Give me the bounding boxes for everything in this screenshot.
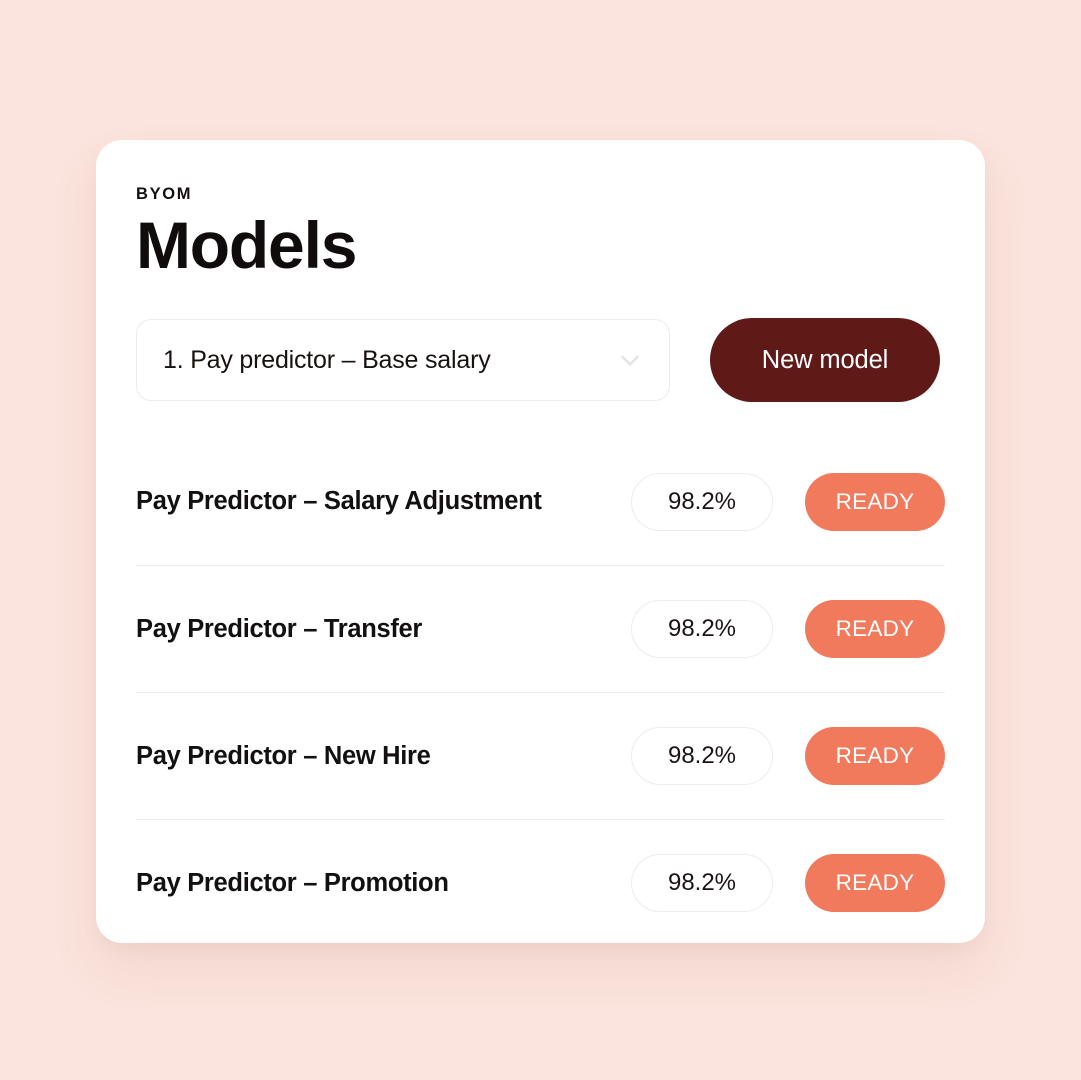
model-name: Pay Predictor – Salary Adjustment	[136, 487, 542, 516]
new-model-button[interactable]: New model	[710, 318, 940, 403]
status-badge[interactable]: READY	[805, 472, 945, 531]
table-row[interactable]: Pay Predictor – New Hire 98.2% READY	[136, 692, 945, 819]
table-row[interactable]: Pay Predictor – Salary Adjustment 98.2% …	[136, 438, 945, 565]
page-background: BYOM Models 1. Pay predictor – Base sala…	[0, 0, 1081, 1080]
table-row[interactable]: Pay Predictor – Promotion 98.2% READY	[136, 819, 945, 946]
models-list: Pay Predictor – Salary Adjustment 98.2% …	[136, 438, 945, 946]
table-row[interactable]: Pay Predictor – Transfer 98.2% READY	[136, 565, 945, 692]
model-name: Pay Predictor – Transfer	[136, 614, 423, 643]
card-eyebrow: BYOM	[136, 185, 193, 203]
status-badge[interactable]: READY	[805, 854, 945, 913]
model-name: Pay Predictor – Promotion	[136, 868, 449, 897]
status-badge[interactable]: READY	[805, 727, 945, 786]
page-title: Models	[136, 207, 357, 282]
models-card: BYOM Models 1. Pay predictor – Base sala…	[96, 140, 985, 943]
status-badge[interactable]: READY	[805, 600, 945, 659]
accuracy-pill: 98.2%	[631, 727, 773, 786]
accuracy-pill: 98.2%	[631, 854, 773, 913]
model-select-value: 1. Pay predictor – Base salary	[163, 345, 491, 374]
model-select[interactable]: 1. Pay predictor – Base salary	[136, 319, 670, 402]
accuracy-pill: 98.2%	[631, 600, 773, 659]
accuracy-pill: 98.2%	[631, 472, 773, 531]
model-name: Pay Predictor – New Hire	[136, 741, 431, 770]
controls-row: 1. Pay predictor – Base salary New model	[136, 318, 945, 403]
chevron-down-icon	[615, 345, 645, 375]
